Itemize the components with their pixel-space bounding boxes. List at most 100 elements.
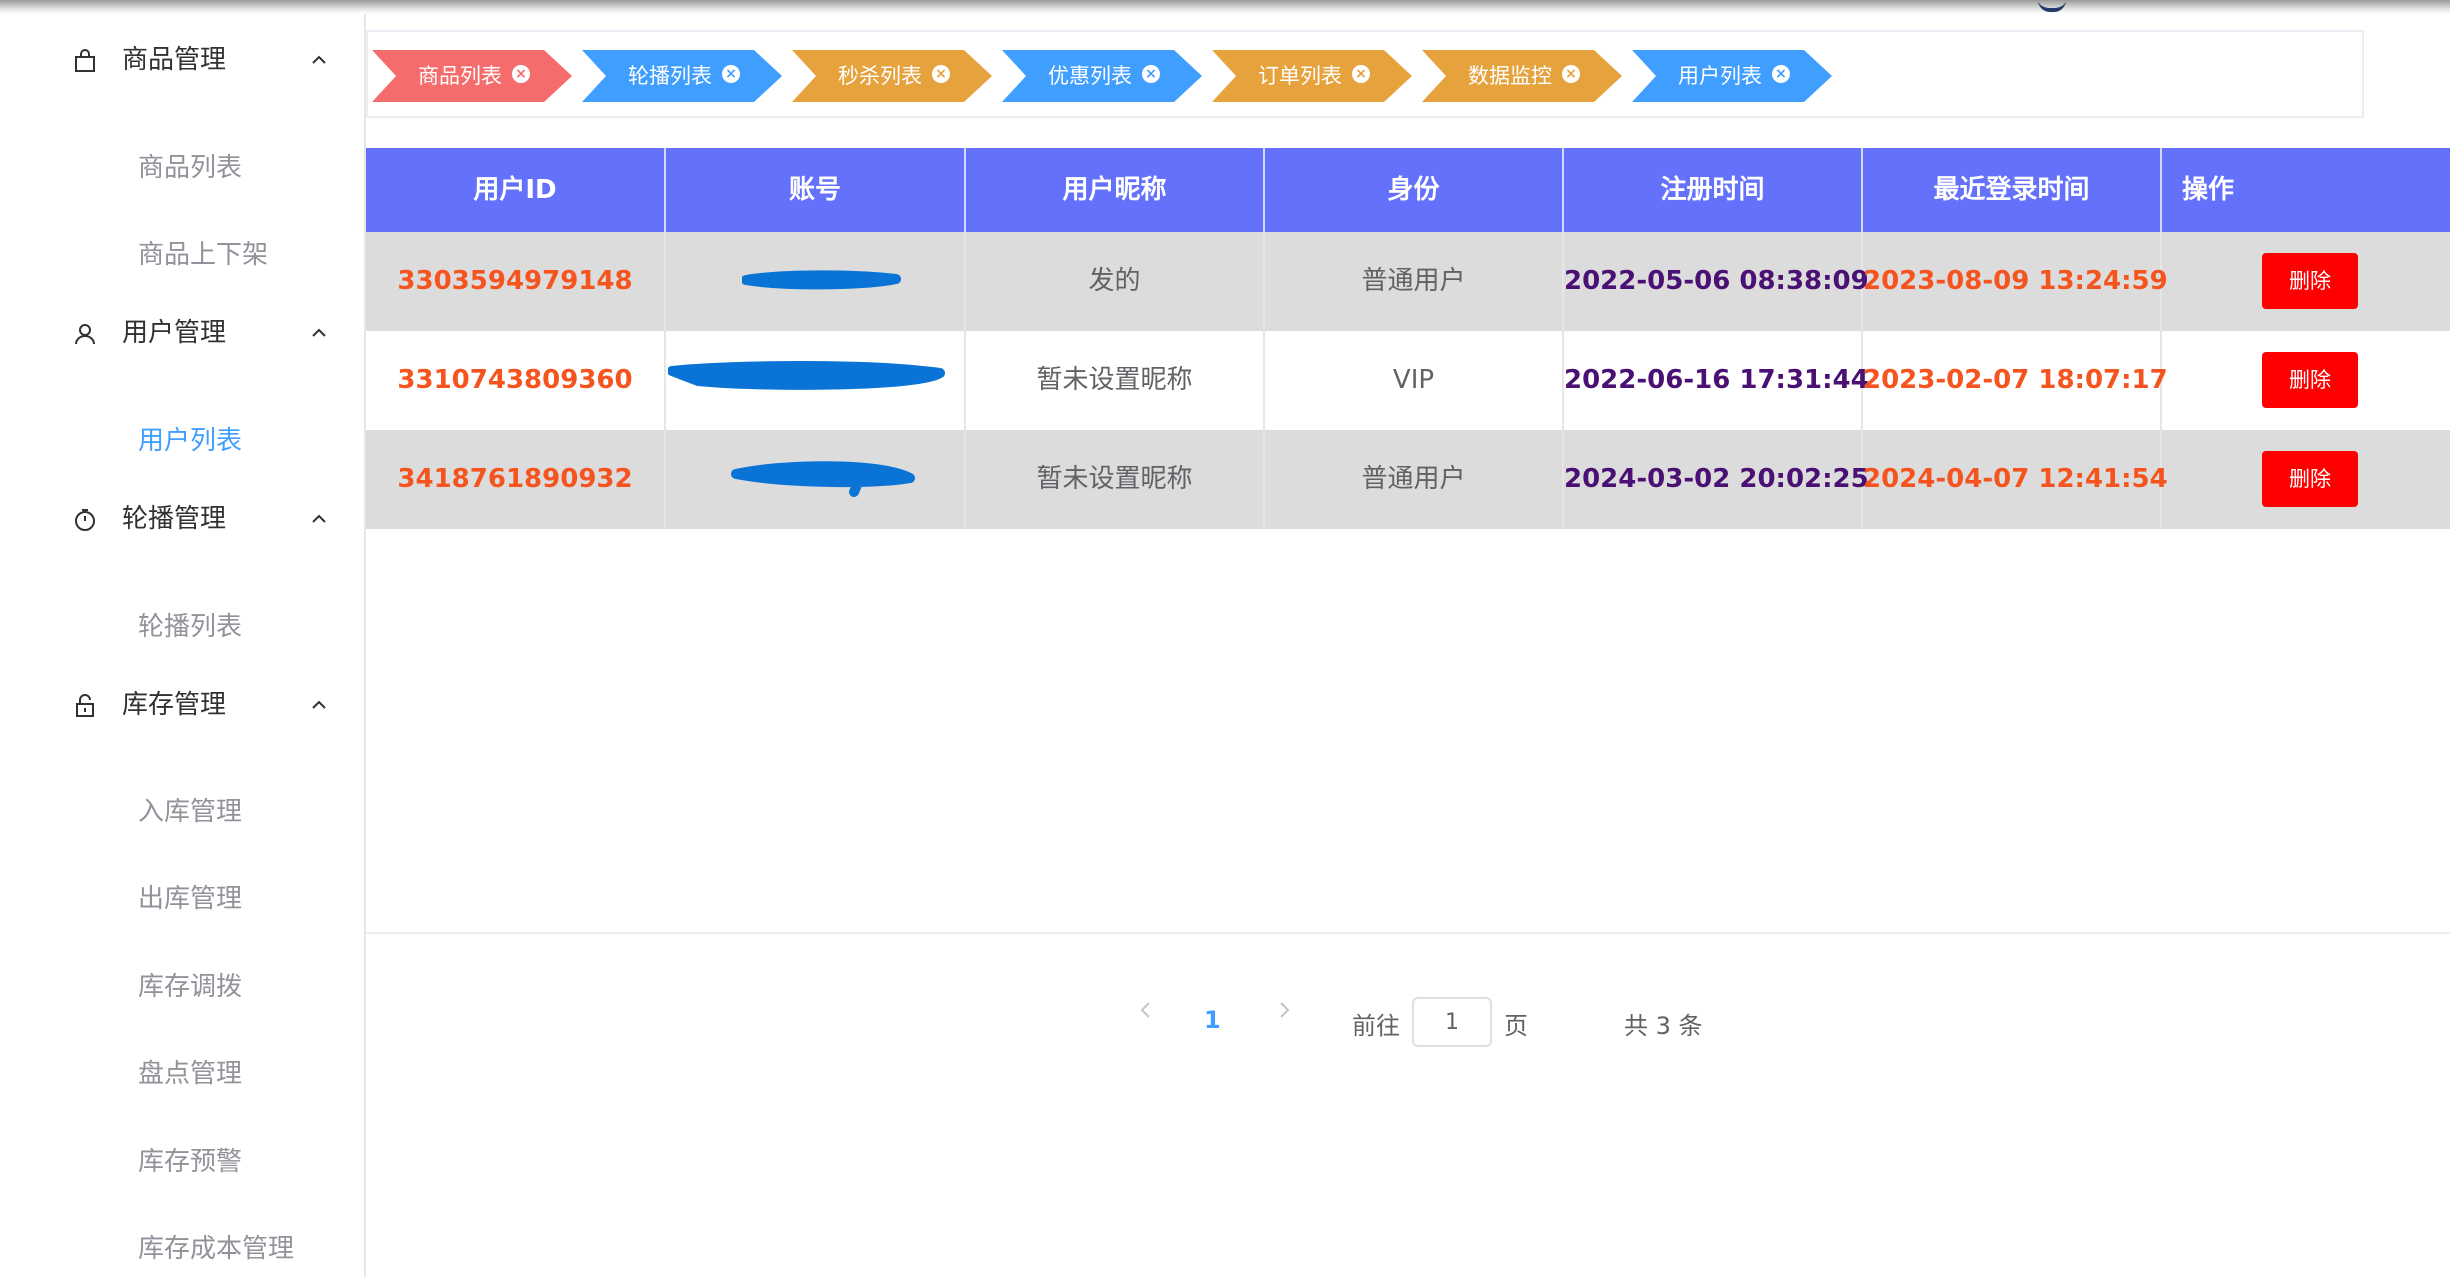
window-top-bar [0, 0, 2450, 14]
timer-icon [75, 509, 95, 531]
role-cell: VIP [1265, 331, 1564, 430]
sidebar-item-label: 轮播列表 [138, 612, 243, 642]
account-cell [666, 331, 966, 430]
sidebar-item-stock-warning[interactable]: 库存预警 [0, 1132, 364, 1192]
sidebar-item-label: 盘点管理 [138, 1059, 243, 1089]
page-number-current[interactable]: 1 [1204, 1006, 1221, 1034]
last-login-cell: 2024-04-07 12:41:54 [1863, 430, 2168, 529]
column-header: 账号 [666, 148, 966, 232]
sidebar-item-label: 商品上下架 [138, 240, 269, 270]
redaction-mark [731, 461, 915, 497]
column-header: 注册时间 [1564, 148, 1863, 232]
tab-label: 数据监控 [1468, 64, 1552, 88]
tab-data-monitor[interactable]: 数据监控 × [1422, 50, 1622, 102]
sidebar-item-label: 出库管理 [138, 884, 243, 914]
account-cell [666, 232, 966, 331]
close-icon[interactable]: × [1772, 65, 1790, 83]
chevron-up-icon [312, 700, 326, 709]
sidebar-item-stock-cost[interactable]: 库存成本管理 [0, 1219, 364, 1279]
sidebar-item-stock-out[interactable]: 出库管理 [0, 869, 364, 929]
tab-label: 用户列表 [1678, 64, 1762, 88]
chevron-up-icon [312, 514, 326, 523]
goto-page-input[interactable] [1412, 997, 1492, 1047]
nickname-cell: 暂未设置昵称 [966, 430, 1265, 529]
tab-label: 订单列表 [1258, 64, 1342, 88]
sidebar-item-stock-transfer[interactable]: 库存调拨 [0, 957, 364, 1017]
user-icon [75, 324, 95, 345]
delete-button[interactable]: 删除 [2262, 451, 2358, 507]
table-header: 用户ID 账号 用户昵称 身份 注册时间 最近登录时间 操作 [366, 148, 2450, 232]
menu-group-label: 用户管理 [122, 318, 227, 348]
chevron-right-icon[interactable] [1272, 998, 1296, 1022]
user-id-cell: 3418761890932 [366, 430, 666, 529]
table-bottom-border [366, 932, 2450, 934]
sidebar-item-stocktaking[interactable]: 盘点管理 [0, 1044, 364, 1104]
menu-group-users[interactable]: 用户管理 [0, 302, 364, 364]
close-icon[interactable]: × [512, 65, 530, 83]
action-cell: 删除 [2162, 331, 2450, 430]
register-time-cell: 2024-03-02 20:02:25 [1564, 430, 1869, 529]
column-header: 最近登录时间 [1863, 148, 2162, 232]
role-cell: 普通用户 [1265, 430, 1564, 529]
chevron-up-icon [312, 55, 326, 64]
user-table: 用户ID 账号 用户昵称 身份 注册时间 最近登录时间 操作 330359497… [366, 148, 2450, 529]
tab-label: 优惠列表 [1048, 64, 1132, 88]
role-cell: 普通用户 [1265, 232, 1564, 331]
sidebar-item-label: 用户列表 [138, 426, 243, 456]
last-login-cell: 2023-02-07 18:07:17 [1863, 331, 2168, 430]
nickname-cell: 暂未设置昵称 [966, 331, 1265, 430]
bag-icon [75, 49, 95, 72]
total-count: 共 3 条 [1624, 1012, 1703, 1040]
sidebar: 商品管理 商品列表 商品上下架 用户管理 用户列表 轮播管理 轮播列表 库存管理… [0, 14, 366, 1277]
delete-button[interactable]: 删除 [2262, 352, 2358, 408]
menu-group-goods[interactable]: 商品管理 [0, 29, 364, 91]
user-id-cell: 3310743809360 [366, 331, 666, 430]
sidebar-item-user-list[interactable]: 用户列表 [0, 411, 364, 471]
tab-user-list[interactable]: 用户列表 × [1632, 50, 1832, 102]
sidebar-item-label: 库存预警 [138, 1147, 243, 1177]
column-header: 操作 [2182, 175, 2235, 205]
tab-order-list[interactable]: 订单列表 × [1212, 50, 1412, 102]
nickname-cell: 发的 [966, 232, 1265, 331]
goto-prefix-label: 前往 [1352, 1012, 1400, 1040]
sidebar-item-goods-shelf[interactable]: 商品上下架 [0, 225, 364, 285]
last-login-cell: 2023-08-09 13:24:59 [1863, 232, 2168, 331]
register-time-cell: 2022-05-06 08:38:09 [1564, 232, 1869, 331]
sidebar-item-label: 商品列表 [138, 153, 243, 183]
menu-group-label: 商品管理 [122, 45, 227, 75]
column-header: 身份 [1265, 148, 1564, 232]
tabs-bar: 商品列表 × 轮播列表 × 秒杀列表 × 优惠列表 × 订单列表 × 数据监控 … [366, 30, 2364, 118]
delete-button[interactable]: 删除 [2262, 253, 2358, 309]
redaction-mark [742, 270, 901, 290]
chevron-up-icon [312, 328, 326, 337]
menu-group-inventory[interactable]: 库存管理 [0, 674, 364, 736]
table-row: 3310743809360 暂未设置昵称 VIP 2022-06-16 17:3… [366, 331, 2450, 430]
close-icon[interactable]: × [1562, 65, 1580, 83]
action-cell: 删除 [2162, 232, 2450, 331]
account-cell [666, 430, 966, 529]
tab-label: 轮播列表 [628, 64, 712, 88]
tab-coupon-list[interactable]: 优惠列表 × [1002, 50, 1202, 102]
goto-suffix-label: 页 [1504, 1012, 1528, 1040]
table-row: 3418761890932 暂未设置昵称 普通用户 2024-03-02 20:… [366, 430, 2450, 529]
lock-icon [76, 694, 94, 717]
tab-flash-sale-list[interactable]: 秒杀列表 × [792, 50, 992, 102]
tab-goods-list[interactable]: 商品列表 × [372, 50, 572, 102]
sidebar-item-goods-list[interactable]: 商品列表 [0, 138, 364, 198]
table-row: 3303594979148 发的 普通用户 2022-05-06 08:38:0… [366, 232, 2450, 331]
tab-carousel-list[interactable]: 轮播列表 × [582, 50, 782, 102]
menu-group-carousel[interactable]: 轮播管理 [0, 488, 364, 550]
menu-group-label: 库存管理 [122, 690, 227, 720]
sidebar-item-label: 库存调拨 [138, 972, 243, 1002]
chevron-left-icon[interactable] [1134, 998, 1158, 1022]
sidebar-item-stock-in[interactable]: 入库管理 [0, 782, 364, 842]
close-icon[interactable]: × [722, 65, 740, 83]
sidebar-item-carousel-list[interactable]: 轮播列表 [0, 597, 364, 657]
column-header: 用户ID [366, 148, 666, 232]
close-icon[interactable]: × [932, 65, 950, 83]
user-id-cell: 3303594979148 [366, 232, 666, 331]
tab-label: 秒杀列表 [838, 64, 922, 88]
close-icon[interactable]: × [1352, 65, 1370, 83]
close-icon[interactable]: × [1142, 65, 1160, 83]
tab-label: 商品列表 [418, 64, 502, 88]
